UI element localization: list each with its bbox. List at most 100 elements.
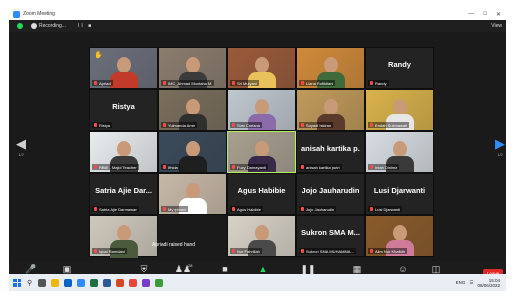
next-page-button[interactable]: ▶ 1/2 xyxy=(494,136,506,157)
word-icon[interactable] xyxy=(103,278,112,287)
participant-face xyxy=(324,99,338,115)
edge-browser-icon[interactable] xyxy=(64,278,73,287)
gallery-view: ✋ Apriadi IMC_Ahmad Muntaha M. Sri Mulyani L… xyxy=(89,47,434,258)
participant-tile[interactable]: RBBI - Majid Teacher xyxy=(89,131,158,173)
participant-tile[interactable]: ✋ Apriadi xyxy=(89,47,158,89)
participant-display-name: Lusi Djarwanti xyxy=(373,186,426,195)
participant-display-name: Agus Habibie xyxy=(237,186,286,195)
participant-name: anisah kartika putri xyxy=(306,164,340,170)
search-icon[interactable]: ⚲ xyxy=(27,279,32,287)
participant-name: IMC_Ahmad Muntaha M. xyxy=(168,80,213,86)
participant-tile[interactable]: Ristya Ristya xyxy=(89,89,158,131)
pause-stop-recording-controls[interactable]: II ■ xyxy=(78,23,93,29)
participant-tile[interactable]: Sukron SMA M... Sukron SMA MUHAMMA... xyxy=(296,215,365,257)
participant-tile[interactable]: Alim Nur Khafidh xyxy=(365,215,434,257)
muted-mic-icon xyxy=(232,207,235,211)
task-view-icon[interactable] xyxy=(38,278,47,287)
teams-icon[interactable] xyxy=(142,278,151,287)
participant-name-tag: Agus Habibie xyxy=(230,206,263,212)
muted-mic-icon xyxy=(370,207,373,211)
participant-tile[interactable]: Jojo Jauharudin Jojo Jauharudin xyxy=(296,173,365,215)
participant-tile[interactable]: Endah Sukmawati xyxy=(365,89,434,131)
page-indicator-left: 1/2 xyxy=(18,152,24,157)
participant-name-tag: Liana Rofiktiani xyxy=(299,80,336,86)
participant-tile[interactable]: Agus Habibie Agus Habibie xyxy=(227,173,296,215)
file-explorer-icon[interactable] xyxy=(51,278,60,287)
participant-face xyxy=(117,141,131,157)
participant-display-name: Randy xyxy=(388,60,411,69)
participant-name-tag: Sri Mulyani xyxy=(230,80,259,86)
participant-tile[interactable]: Iqbal Ramdani Apriadi raised hand xyxy=(89,215,195,258)
participant-tile[interactable]: Sri Mulyani xyxy=(227,47,296,89)
recording-icon xyxy=(31,23,37,29)
participant-face xyxy=(186,141,200,157)
participant-tile[interactable]: Susi Coriana xyxy=(227,89,296,131)
clock[interactable]: 15:04 08/06/2022 xyxy=(477,278,500,288)
excel-icon[interactable] xyxy=(90,278,99,287)
participant-name: Susi Coriana xyxy=(237,122,260,128)
windows-start-icon[interactable] xyxy=(13,278,21,287)
meeting-topbar: Recording... II ■ View xyxy=(9,20,506,32)
participant-name-tag: RBBI - Majid Teacher xyxy=(92,164,139,170)
participant-tile[interactable]: IMC_Ahmad Muntaha M. xyxy=(158,47,227,89)
title-bar: Zoom Meeting — □ ✕ xyxy=(9,8,506,20)
participant-display-name: Satria Ajie Dar... xyxy=(95,186,152,195)
participant-name: Iqbal Ramdani xyxy=(99,248,125,254)
participant-tile[interactable]: Nur Fahrillah xyxy=(227,215,296,257)
participant-name: Suyadi Iskiran xyxy=(306,122,332,128)
muted-mic-icon xyxy=(370,165,373,169)
chrome-icon[interactable] xyxy=(129,278,138,287)
system-tray: ENG ☰ 15:04 08/06/2022 xyxy=(456,278,500,288)
zoom-window: Zoom Meeting — □ ✕ Recording... II ■ Vie… xyxy=(9,8,506,291)
participant-tile[interactable]: Satria Ajie Dar... Satria Ajie Darmawan xyxy=(89,173,158,215)
participant-tile[interactable]: Fuzy Damayanti xyxy=(227,131,296,173)
view-button[interactable]: View xyxy=(491,23,502,29)
app-icon[interactable] xyxy=(155,278,164,287)
participant-body xyxy=(110,72,138,88)
participant-tile[interactable]: anisah kartika p... anisah kartika putri xyxy=(296,131,365,173)
participant-tile[interactable]: Lusi Djarwanti Lusi Djarwanti xyxy=(365,173,434,215)
minimize-button[interactable]: — xyxy=(468,11,474,18)
participant-name-tag: Iqbal Ramdani xyxy=(92,248,127,254)
participant-face xyxy=(255,225,269,241)
muted-mic-icon xyxy=(94,165,97,169)
muted-mic-icon xyxy=(232,165,235,169)
participants-count: 28 xyxy=(188,263,193,268)
participant-tile[interactable]: Suyadi Iskiran xyxy=(296,89,365,131)
participant-name: Jojo Jauharudin xyxy=(306,206,335,212)
previous-page-button[interactable]: ◀ 1/2 xyxy=(15,136,27,157)
zoom-taskbar-icon[interactable] xyxy=(77,278,86,287)
participant-tile[interactable]: Ifhida xyxy=(158,131,227,173)
wifi-icon[interactable]: ☰ xyxy=(469,280,473,286)
participant-name: Endah Sukmawati xyxy=(375,122,408,128)
participant-tile[interactable]: Yulmanda Amir xyxy=(158,89,227,131)
participant-name: Sukron SMA MUHAMMA... xyxy=(306,248,354,254)
muted-mic-icon xyxy=(301,165,304,169)
participant-tile[interactable]: Randy Randy xyxy=(365,47,434,89)
participant-face xyxy=(393,99,407,115)
language-indicator[interactable]: ENG xyxy=(456,280,466,285)
encryption-shield-icon[interactable] xyxy=(17,23,23,29)
participant-tile[interactable]: Intan Dinima xyxy=(365,131,434,173)
participant-name: My iphone xyxy=(168,206,187,212)
participant-tile[interactable]: Liana Rofiktiani xyxy=(296,47,365,89)
close-button[interactable]: ✕ xyxy=(496,11,501,18)
maximize-button[interactable]: □ xyxy=(483,11,487,18)
muted-mic-icon xyxy=(232,81,235,85)
participant-name-tag: Satria Ajie Darmawan xyxy=(92,206,140,212)
participant-display-name: Jojo Jauharudin xyxy=(301,186,360,195)
participant-name: RBBI - Majid Teacher xyxy=(99,164,137,170)
participant-face xyxy=(255,57,269,73)
participant-name-tag: Sukron SMA MUHAMMA... xyxy=(299,248,356,254)
participant-name: Intan Dinima xyxy=(375,164,398,170)
participant-name: Yulmanda Amir xyxy=(168,122,195,128)
participant-tile[interactable]: My iphone xyxy=(158,173,227,215)
muted-mic-icon xyxy=(94,123,97,127)
participant-name-tag: Nur Fahrillah xyxy=(230,248,262,254)
participant-face xyxy=(186,183,200,199)
powerpoint-icon[interactable] xyxy=(116,278,125,287)
participant-name: Liana Rofiktiani xyxy=(306,80,334,86)
participant-name: Satria Ajie Darmawan xyxy=(99,206,138,212)
participant-name: Sri Mulyani xyxy=(237,80,257,86)
participant-face xyxy=(186,57,200,73)
